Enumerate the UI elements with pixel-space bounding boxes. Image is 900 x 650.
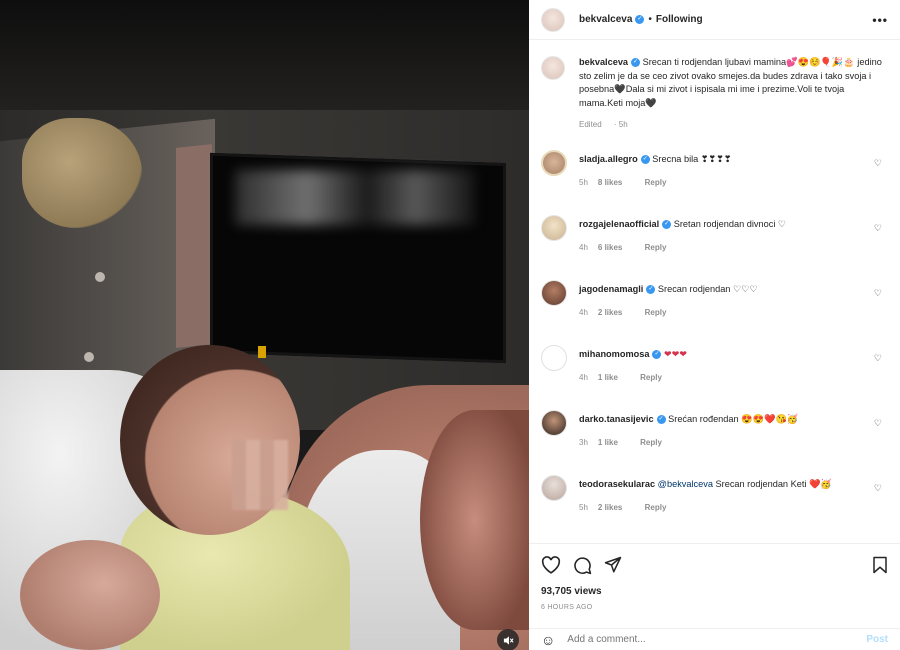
post-timestamp: 6 HOURS AGO <box>541 604 593 611</box>
view-count[interactable]: 93,705 views <box>541 586 888 597</box>
scene-cabinet-edge <box>176 144 212 348</box>
comment-likes[interactable]: 6 likes <box>598 243 622 252</box>
avatar[interactable] <box>541 410 567 436</box>
post-button[interactable]: Post <box>866 634 888 645</box>
scene-tv-light <box>258 346 266 358</box>
like-heart-icon[interactable]: ♡ <box>874 353 882 364</box>
comment-text: Srecan rodjendan Keti ❤️🥳 <box>715 479 832 489</box>
separator-dot: • <box>648 14 652 25</box>
caption-time: 5h <box>618 120 628 129</box>
scene-knob <box>84 352 94 362</box>
comment-text: Srecna bila ❣❣❣❣ <box>652 154 732 164</box>
add-comment-bar: ☺ Post <box>529 628 900 650</box>
comment-username[interactable]: teodorasekularac <box>579 479 655 489</box>
comment-time: 4h <box>579 308 588 317</box>
following-button[interactable]: Following <box>656 14 703 25</box>
more-horizontal-icon[interactable]: ••• <box>872 13 888 27</box>
post-header: bekvalceva ✓ • Following ••• <box>529 0 900 40</box>
comment-username[interactable]: rozgajelenaofficial <box>579 219 659 229</box>
comment-username[interactable]: sladja.allegro <box>579 154 638 164</box>
scene-tv-glare <box>235 170 475 225</box>
comment-time: 3h <box>579 438 588 447</box>
share-icon[interactable] <box>604 556 622 574</box>
comment-username[interactable]: darko.tanasijevic <box>579 414 654 424</box>
scene-adult-face <box>420 410 529 630</box>
verified-badge-icon: ✓ <box>646 285 656 295</box>
action-icons-row <box>541 554 888 576</box>
comment-item: teodorasekularac @bekvalceva Srecan rodj… <box>541 475 888 525</box>
like-heart-icon[interactable]: ♡ <box>874 483 882 494</box>
verified-badge-icon: ✓ <box>640 155 650 165</box>
like-heart-icon[interactable]: ♡ <box>874 223 882 234</box>
reply-button[interactable]: Reply <box>640 373 662 382</box>
comment-item: jagodenamagli ✓ Srecan rodjendan ♡♡♡ 4h 2 … <box>541 280 888 330</box>
comment-text: Srecan rodjendan ♡♡♡ <box>657 284 758 294</box>
comment-input[interactable] <box>567 634 867 645</box>
comment-item: sladja.allegro ✓ Srecna bila ❣❣❣❣ 5h 8 lik… <box>541 150 888 200</box>
blurred-face <box>232 440 288 510</box>
avatar[interactable] <box>541 475 567 501</box>
verified-badge-icon: ✓ <box>656 415 666 425</box>
avatar[interactable] <box>541 345 567 371</box>
verified-badge-icon: ✓ <box>662 220 672 230</box>
post-actions: 93,705 views 6 HOURS AGO <box>529 543 900 611</box>
comment-likes[interactable]: 2 likes <box>598 308 622 317</box>
speaker-muted-icon[interactable] <box>497 629 519 650</box>
comment-mention[interactable]: @bekvalceva <box>658 479 713 489</box>
comment-text: ❤❤❤ <box>664 349 688 359</box>
reply-button[interactable]: Reply <box>645 178 667 187</box>
comment-likes[interactable]: 2 likes <box>598 503 622 512</box>
bookmark-icon[interactable] <box>872 556 888 574</box>
comment-likes[interactable]: 8 likes <box>598 178 622 187</box>
scene-baby-arm <box>20 540 160 650</box>
comment-item: rozgajelenaofficial ✓ Sretan rodjendan di… <box>541 215 888 265</box>
comment-time: 5h <box>579 178 588 187</box>
comment-item: mihanomomosa ✓ ❤❤❤ 4h 1 like Reply ♡ <box>541 345 888 395</box>
scene-knob <box>95 272 105 282</box>
avatar[interactable] <box>541 215 567 241</box>
avatar[interactable] <box>541 280 567 306</box>
comment-likes[interactable]: 1 like <box>598 438 618 447</box>
comment-time: 5h <box>579 503 588 512</box>
verified-badge-icon: ✓ <box>652 350 662 360</box>
avatar[interactable] <box>541 7 565 32</box>
verified-badge-icon: ✓ <box>635 15 645 24</box>
header-username[interactable]: bekvalceva <box>579 14 632 25</box>
avatar[interactable] <box>541 150 567 176</box>
comment-item: darko.tanasijevic ✓ Srećan rođendan 😍😍❤️😘… <box>541 410 888 460</box>
verified-badge-icon: ✓ <box>631 58 641 68</box>
comment-time: 4h <box>579 243 588 252</box>
like-heart-icon[interactable]: ♡ <box>874 288 882 299</box>
like-heart-icon[interactable]: ♡ <box>874 418 882 429</box>
caption-username[interactable]: bekvalceva <box>579 57 628 67</box>
comment-username[interactable]: mihanomomosa <box>579 349 649 359</box>
reply-button[interactable]: Reply <box>645 503 667 512</box>
comment-likes[interactable]: 1 like <box>598 373 618 382</box>
like-heart-icon[interactable]: ♡ <box>874 158 882 169</box>
caption: bekvalceva ✓ Srecan ti rodjendan ljubavi … <box>541 56 888 132</box>
avatar[interactable] <box>541 56 565 80</box>
reply-button[interactable]: Reply <box>645 308 667 317</box>
caption-edited: Edited · 5h <box>579 120 628 129</box>
post-side-panel: bekvalceva ✓ • Following ••• bekvalceva ✓… <box>529 0 900 650</box>
emoji-icon[interactable]: ☺ <box>541 632 555 648</box>
edited-label: Edited <box>579 120 602 129</box>
heart-icon[interactable] <box>541 556 561 574</box>
comment-icon[interactable] <box>573 556 592 575</box>
comment-text: Srećan rođendan 😍😍❤️😘🥳 <box>668 414 799 424</box>
comment-text: Sretan rodjendan divnoci ♡ <box>673 219 787 229</box>
comment-time: 4h <box>579 373 588 382</box>
comment-username[interactable]: jagodenamagli <box>579 284 643 294</box>
reply-button[interactable]: Reply <box>640 438 662 447</box>
scene-cloth <box>22 118 142 228</box>
post-media-video[interactable] <box>0 0 529 650</box>
reply-button[interactable]: Reply <box>645 243 667 252</box>
